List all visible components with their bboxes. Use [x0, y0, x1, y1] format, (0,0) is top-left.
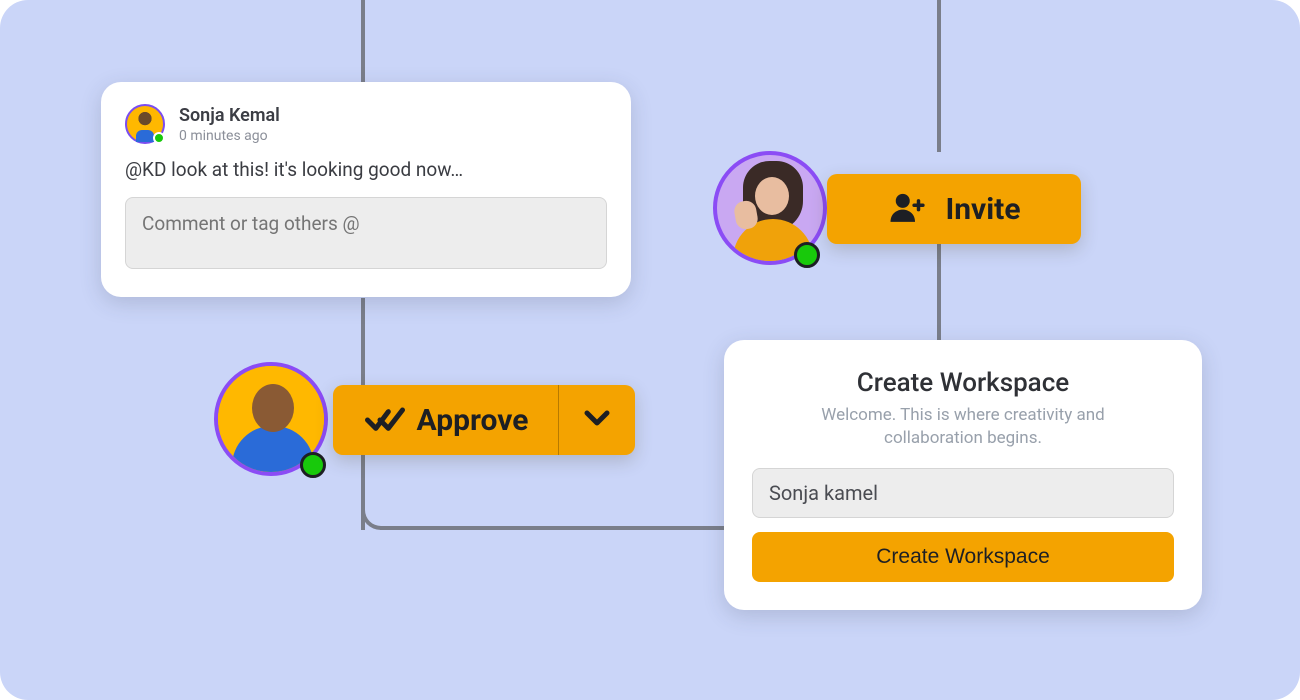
connector-line — [380, 526, 724, 530]
comment-timestamp: 0 minutes ago — [179, 128, 280, 144]
presence-indicator — [153, 132, 165, 144]
author-meta: Sonja Kemal 0 minutes ago — [179, 105, 280, 144]
approve-dropdown-toggle[interactable] — [559, 385, 635, 455]
comment-header: Sonja Kemal 0 minutes ago — [125, 104, 607, 144]
approve-label: Approve — [417, 403, 529, 438]
comment-body: @KD look at this! it's looking good now… — [125, 158, 607, 181]
presence-indicator — [794, 242, 820, 268]
presence-indicator — [300, 452, 326, 478]
connector-corner — [361, 500, 391, 530]
invite-label: Invite — [945, 192, 1020, 227]
comment-card: Sonja Kemal 0 minutes ago @KD look at th… — [101, 82, 631, 297]
create-workspace-button[interactable]: Create Workspace — [752, 532, 1174, 582]
comment-input[interactable] — [125, 197, 607, 269]
workspace-name-input[interactable] — [752, 468, 1174, 518]
workspace-title: Create Workspace — [752, 368, 1174, 398]
approve-button[interactable]: Approve — [333, 385, 635, 455]
double-check-icon — [365, 405, 405, 435]
workspace-subtitle: Welcome. This is where creativity and co… — [752, 404, 1174, 450]
create-workspace-card: Create Workspace Welcome. This is where … — [724, 340, 1202, 610]
user-plus-icon — [887, 191, 929, 227]
connector-line — [937, 244, 941, 340]
connector-line — [361, 0, 365, 82]
author-name: Sonja Kemal — [179, 105, 280, 126]
invite-button[interactable]: Invite — [827, 174, 1081, 244]
canvas: Sonja Kemal 0 minutes ago @KD look at th… — [0, 0, 1300, 700]
approve-button-main[interactable]: Approve — [347, 385, 559, 455]
chevron-down-icon — [584, 409, 610, 431]
author-avatar[interactable] — [125, 104, 165, 144]
connector-line — [937, 0, 941, 152]
